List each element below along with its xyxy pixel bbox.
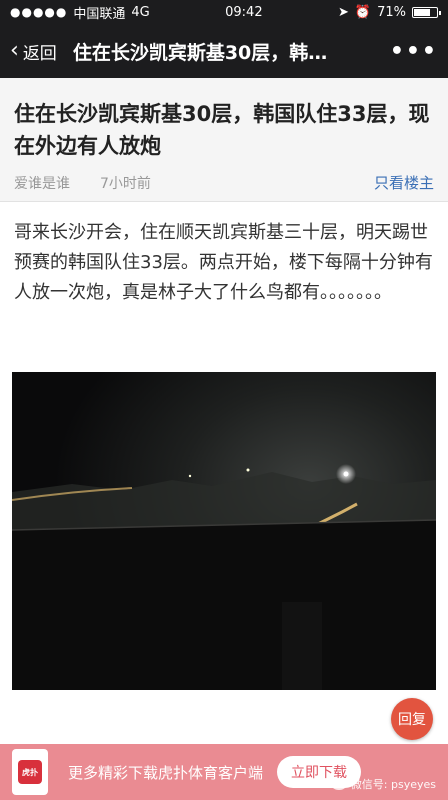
- post-photo[interactable]: [12, 372, 436, 690]
- clock: 09:42: [225, 4, 263, 20]
- only-op-link[interactable]: 只看楼主: [374, 172, 434, 193]
- battery-fill: [413, 8, 430, 16]
- banner-text: 更多精彩下载虎扑体育客户端: [68, 763, 264, 782]
- chevron-left-icon: ‹: [10, 38, 19, 63]
- post-title: 住在长沙凯宾斯基30层，韩国队住33层，现在外边有人放炮: [14, 102, 430, 158]
- author-name[interactable]: 爱谁是谁: [14, 173, 70, 193]
- location-icon: ➤: [337, 4, 349, 20]
- nav-title: 住在长沙凯宾斯基30层，韩…: [72, 41, 328, 64]
- network-label: 4G: [131, 4, 150, 20]
- watermark-text: 微信号: psyeyes: [350, 778, 436, 791]
- battery-icon: [411, 6, 441, 18]
- reply-button[interactable]: 回复: [391, 698, 433, 740]
- post-time: 7小时前: [100, 175, 151, 192]
- back-label: 返回: [22, 43, 57, 64]
- status-bar: ●●●●● 中国联通 4G 09:42 ➤ ⏰ 71%: [0, 0, 448, 24]
- wechat-icon: [330, 778, 347, 790]
- carrier-label: 中国联通: [73, 6, 126, 22]
- back-button[interactable]: ‹ 返回: [10, 39, 57, 64]
- post-body: 哥来长沙开会，住在顺天凯宾斯基三十层，明天踢世预赛的韩国队住33层。两点开始，楼…: [14, 222, 433, 303]
- post-meta: 爱谁是谁 7小时前 只看楼主: [14, 172, 434, 193]
- nav-bar: ‹ 返回 住在长沙凯宾斯基30层，韩… •••: [0, 24, 448, 78]
- night-city-image: [12, 372, 436, 690]
- app-download-banner[interactable]: 虎扑 更多精彩下载虎扑体育客户端 立即下载 微信号: psyeyes: [0, 744, 448, 800]
- more-options-button[interactable]: •••: [390, 39, 438, 64]
- app-logo-icon: 虎扑: [18, 760, 42, 784]
- app-icon: 虎扑: [12, 749, 48, 795]
- battery-percent: 71%: [377, 4, 406, 20]
- signal-icon: ●●●●●: [10, 5, 68, 19]
- post-header: 住在长沙凯宾斯基30层，韩国队住33层，现在外边有人放炮 爱谁是谁 7小时前 只…: [0, 78, 448, 202]
- alarm-icon: ⏰: [354, 4, 372, 20]
- watermark: 微信号: psyeyes: [330, 776, 436, 792]
